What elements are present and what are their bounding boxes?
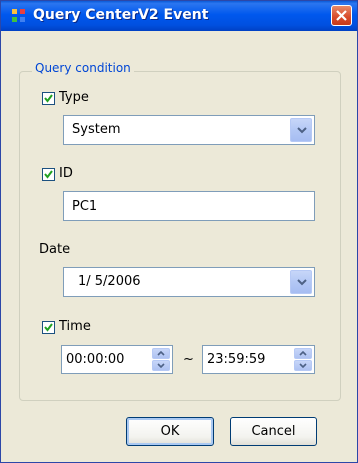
ok-button[interactable]: OK	[126, 417, 214, 446]
id-label: ID	[59, 166, 73, 181]
cancel-button[interactable]: Cancel	[230, 417, 317, 446]
id-checkbox[interactable]	[42, 168, 55, 181]
time-range-separator: ~	[183, 352, 194, 367]
chevron-up-icon	[299, 351, 307, 356]
app-icon	[12, 9, 25, 22]
check-icon	[44, 170, 53, 179]
id-input[interactable]	[64, 192, 314, 220]
type-label: Type	[59, 90, 89, 105]
end-time-down-button[interactable]	[294, 360, 312, 371]
start-time-spinner[interactable]: 00:00:00	[61, 345, 173, 374]
end-time-value: 23:59:59	[207, 352, 266, 367]
date-dropdown-button[interactable]	[290, 270, 312, 294]
time-label: Time	[59, 319, 91, 334]
group-legend: Query condition	[32, 61, 134, 75]
close-button[interactable]	[331, 5, 352, 26]
title-bar[interactable]: Query CenterV2 Event	[1, 1, 357, 31]
chevron-up-icon	[157, 351, 165, 356]
start-time-up-button[interactable]	[152, 348, 170, 359]
close-icon	[336, 10, 347, 21]
chevron-down-icon	[157, 363, 165, 368]
chevron-down-icon	[299, 363, 307, 368]
type-dropdown-button[interactable]	[290, 118, 312, 142]
chevron-down-icon	[297, 127, 307, 134]
date-picker[interactable]: 1/ 5/2006	[63, 267, 315, 297]
time-checkbox[interactable]	[42, 321, 55, 334]
type-value: System	[72, 122, 121, 137]
start-time-down-button[interactable]	[152, 360, 170, 371]
date-value: 1/ 5/2006	[78, 274, 141, 289]
check-icon	[44, 323, 53, 332]
type-select[interactable]: System	[63, 115, 315, 145]
end-time-spinner[interactable]: 23:59:59	[202, 345, 315, 374]
id-field[interactable]	[63, 191, 315, 221]
type-checkbox[interactable]	[42, 92, 55, 105]
check-icon	[44, 94, 53, 103]
end-time-up-button[interactable]	[294, 348, 312, 359]
query-dialog: Query CenterV2 Event Query condition Typ…	[0, 0, 358, 463]
date-label: Date	[39, 242, 71, 257]
window-title: Query CenterV2 Event	[33, 7, 209, 23]
chevron-down-icon	[297, 279, 307, 286]
start-time-value: 00:00:00	[66, 352, 125, 367]
